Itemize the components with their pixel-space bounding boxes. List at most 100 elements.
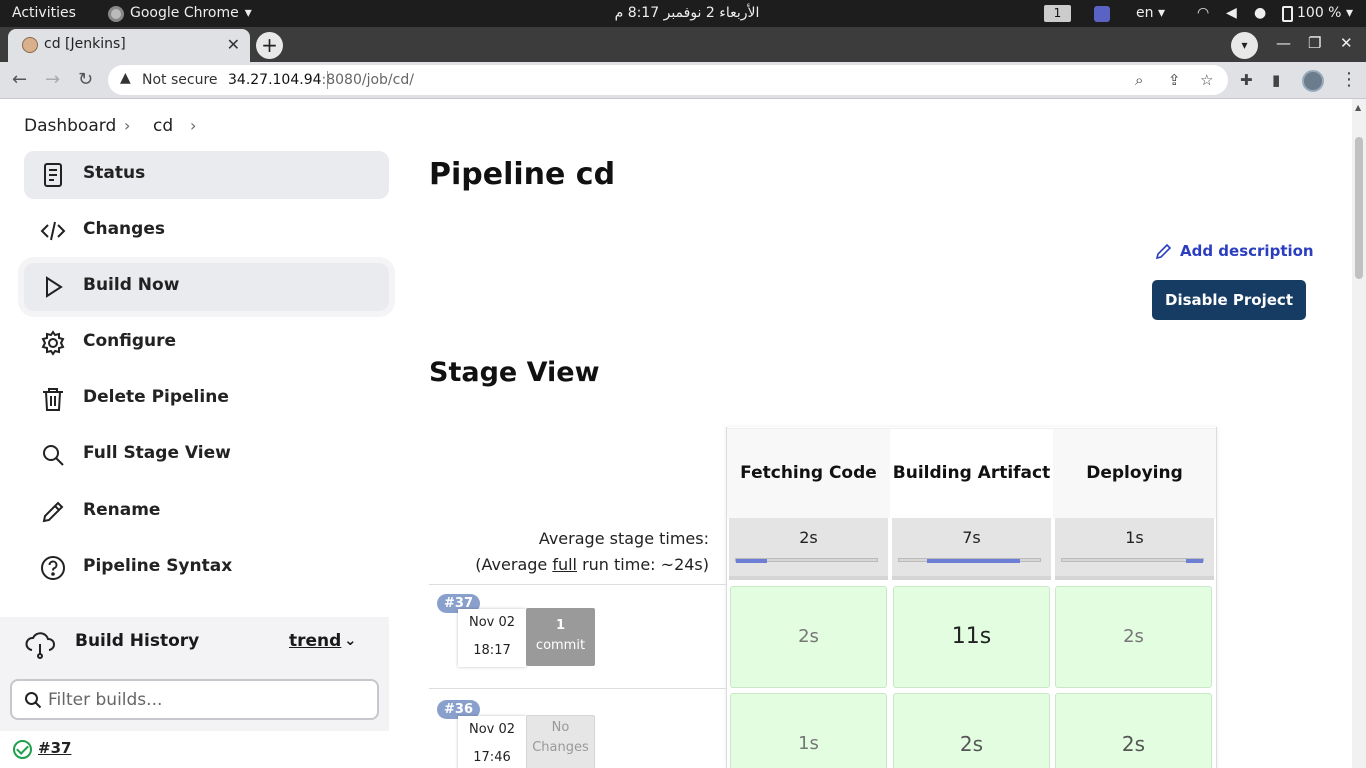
avg-progress-fill: [1186, 559, 1203, 563]
sidebar-item-build-now[interactable]: Build Now: [24, 263, 389, 311]
close-window-icon[interactable]: ✕: [1340, 34, 1353, 52]
browser-tab[interactable]: cd [Jenkins] ✕: [8, 29, 250, 62]
maximize-icon[interactable]: ❐: [1308, 34, 1321, 52]
breadcrumb-dashboard[interactable]: Dashboard: [24, 116, 116, 136]
page-scrollbar[interactable]: ▲: [1352, 99, 1366, 768]
build-date: Nov 02 17:46: [458, 716, 526, 768]
address-bar[interactable]: ▲ Not secure 34.27.104.94:8080/job/cd/ ⌕…: [108, 65, 1228, 95]
build-history-row: #37: [0, 731, 389, 768]
sidebar-item-label: Status: [83, 163, 146, 183]
stage-cell[interactable]: 2s: [1055, 586, 1212, 688]
forward-icon[interactable]: →: [45, 69, 60, 90]
stage-cell[interactable]: 2s: [1055, 693, 1212, 768]
stage-header-building-artifact: Building Artifact: [890, 428, 1053, 518]
minimize-icon[interactable]: —: [1276, 34, 1291, 52]
battery-percent: 100 %: [1297, 5, 1342, 21]
stage-cell[interactable]: 2s: [730, 586, 887, 688]
row-divider: [429, 688, 726, 689]
sidebar-item-configure[interactable]: Configure: [24, 319, 389, 367]
battery-indicator[interactable]: 100 %: [1282, 0, 1341, 27]
page-title: Pipeline cd: [429, 157, 616, 192]
build-history-panel: Build History trend ⌄ #37: [0, 617, 389, 768]
stage-view-title: Stage View: [429, 357, 600, 388]
add-description-label: Add description: [1180, 242, 1314, 260]
search-icon: [43, 445, 64, 466]
sidebar-item-pipeline-syntax[interactable]: Pipeline Syntax: [24, 544, 389, 592]
build-date: Nov 02 18:17: [458, 609, 526, 667]
new-tab-button[interactable]: +: [256, 32, 283, 59]
build-date-day: Nov 02: [468, 722, 516, 737]
activities-button[interactable]: Activities: [12, 0, 76, 27]
not-secure-label[interactable]: Not secure: [142, 72, 218, 88]
sidebar-item-changes[interactable]: Changes: [24, 207, 389, 255]
sidebar-item-full-stage-view[interactable]: Full Stage View: [24, 431, 389, 479]
filter-builds-field[interactable]: [10, 679, 379, 720]
reload-icon[interactable]: ↻: [78, 69, 93, 90]
gear-icon: [41, 330, 65, 356]
url-path: :8080/job/cd/: [321, 72, 414, 88]
pencil-icon: [1155, 243, 1172, 259]
url-host: 34.27.104.94: [228, 72, 322, 88]
avg-progress-bar: [735, 558, 878, 563]
share-icon[interactable]: ⇪: [1168, 71, 1181, 89]
scroll-up-icon[interactable]: ▲: [1355, 103, 1361, 112]
avg-label-line1: Average stage times:: [538, 529, 709, 548]
sidebar-item-label: Configure: [83, 331, 177, 351]
keyboard-layout[interactable]: en ▾: [1136, 0, 1165, 27]
chevron-right-icon: ›: [124, 116, 131, 135]
chrome-icon: [108, 5, 124, 22]
chevron-right-icon[interactable]: ›: [190, 116, 196, 135]
changes-count: 1: [526, 616, 595, 636]
sidebar-item-delete-pipeline[interactable]: Delete Pipeline: [24, 375, 389, 423]
microphone-icon[interactable]: ●: [1254, 0, 1266, 27]
breadcrumb-cd[interactable]: cd: [153, 116, 173, 136]
wifi-icon[interactable]: ◠: [1197, 0, 1209, 27]
zoom-icon[interactable]: ⌕: [1135, 71, 1143, 89]
app-menu[interactable]: Google Chrome ▾: [108, 0, 252, 27]
build-history-header: Build History trend ⌄: [0, 617, 389, 669]
add-description-link[interactable]: Add description: [1155, 242, 1314, 260]
build-date-time: 17:46: [473, 750, 511, 765]
avg-label-full: full: [552, 554, 577, 574]
scrollbar-thumb[interactable]: [1355, 137, 1363, 279]
chevron-down-icon[interactable]: ⌄: [344, 631, 357, 649]
build-link[interactable]: #37: [38, 739, 71, 757]
volume-icon[interactable]: ◀: [1226, 0, 1237, 27]
bookmark-star-icon[interactable]: ☆: [1200, 71, 1213, 89]
teams-icon[interactable]: [1094, 6, 1110, 22]
stage-cell[interactable]: 11s: [893, 586, 1050, 688]
avg-progress-bar: [898, 558, 1041, 563]
sidebar-item-rename[interactable]: Rename: [24, 488, 389, 536]
changes-commit-box[interactable]: 1 commit: [526, 608, 595, 666]
os-top-bar: Activities Google Chrome ▾ الأربعاء 2 نو…: [0, 0, 1366, 27]
build-date-time: 18:17: [473, 643, 511, 658]
disable-project-button[interactable]: Disable Project: [1152, 280, 1306, 320]
profile-avatar[interactable]: [1302, 70, 1324, 92]
side-panel-icon[interactable]: ▮: [1272, 71, 1280, 89]
avg-time: 1s: [1125, 528, 1144, 547]
warning-icon[interactable]: ▲: [120, 70, 131, 86]
chrome-menu-icon[interactable]: ⋮: [1340, 69, 1358, 90]
help-circle-icon: [41, 556, 65, 580]
back-icon[interactable]: ←: [12, 69, 27, 90]
workspace-indicator[interactable]: 1: [1044, 5, 1071, 22]
play-icon: [46, 276, 63, 298]
tab-search-button[interactable]: ▾: [1231, 32, 1258, 59]
close-tab-icon[interactable]: ✕: [227, 35, 240, 54]
extensions-icon[interactable]: ✚: [1240, 71, 1253, 89]
clock[interactable]: الأربعاء 2 نوفمبر 8:17 م: [612, 0, 762, 27]
url-text[interactable]: 34.27.104.94:8080/job/cd/: [228, 72, 414, 88]
build-history-title: Build History: [75, 631, 200, 651]
sidebar-item-label: Changes: [83, 219, 165, 239]
breadcrumb: Dashboard › cd ›: [0, 99, 1352, 155]
avg-time: 7s: [962, 528, 981, 547]
avg-label-pre: (Average: [475, 554, 553, 574]
tab-title: cd [Jenkins]: [44, 36, 126, 52]
trend-link[interactable]: trend: [289, 631, 341, 651]
sidebar-item-status[interactable]: Status: [24, 151, 389, 199]
stage-cell[interactable]: 1s: [730, 693, 887, 768]
filter-builds-input[interactable]: [48, 688, 368, 712]
power-menu-chevron-icon[interactable]: ▾: [1346, 0, 1353, 27]
stage-cell[interactable]: 2s: [893, 693, 1050, 768]
changes-text: Changes: [532, 740, 589, 755]
